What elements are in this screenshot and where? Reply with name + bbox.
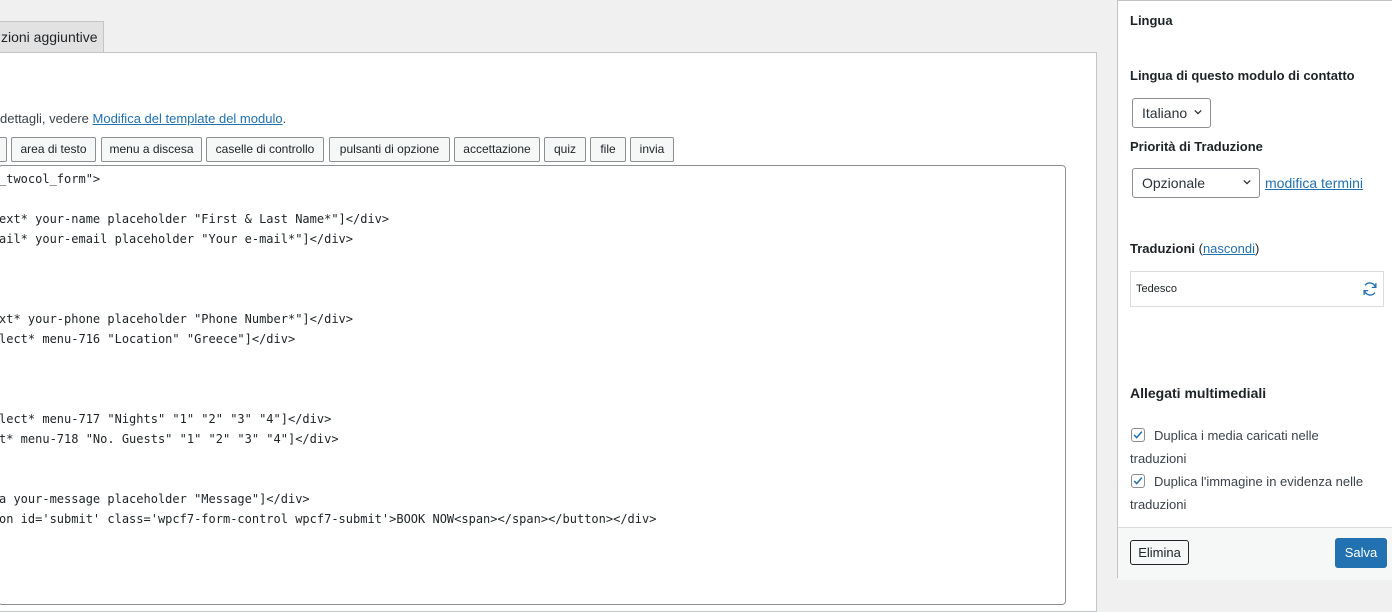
duplicate-media-label: Duplica i media caricati nelle bbox=[1154, 428, 1319, 443]
delete-button[interactable]: Elimina bbox=[1130, 540, 1189, 565]
tag-button-quiz[interactable]: quiz bbox=[544, 137, 586, 162]
code-line: _twocol_form"> bbox=[0, 172, 101, 186]
tag-button-acceptance[interactable]: accettazione bbox=[454, 137, 540, 162]
tab-additional-settings[interactable]: zioni aggiuntive bbox=[0, 21, 104, 52]
language-select[interactable]: Italiano bbox=[1132, 98, 1211, 128]
language-sidebar: Lingua Lingua di questo modulo di contat… bbox=[1117, 0, 1392, 580]
hide-paren-open: ( bbox=[1195, 241, 1203, 256]
checkmark-icon bbox=[1133, 477, 1143, 485]
chevron-down-icon bbox=[1243, 179, 1251, 185]
translations-heading: Traduzioni (nascondi) bbox=[1130, 241, 1259, 256]
translation-language: Tedesco bbox=[1136, 283, 1177, 295]
save-button[interactable]: Salva bbox=[1335, 538, 1387, 568]
code-line: on id='submit' class='wpcf7-form-control… bbox=[0, 512, 657, 526]
language-value: Italiano bbox=[1142, 105, 1188, 121]
code-line: ext* your-name placeholder "First & Last… bbox=[0, 212, 390, 226]
duplicate-media-checkbox[interactable] bbox=[1131, 428, 1145, 442]
duplicate-media-label-cont: traduzioni bbox=[1130, 451, 1187, 466]
duplicate-featured-label-cont: traduzioni bbox=[1130, 497, 1187, 512]
duplicate-featured-label: Duplica l'immagine in evidenza nelle bbox=[1154, 474, 1364, 489]
duplicate-featured-checkbox[interactable] bbox=[1131, 474, 1145, 488]
tab-label: zioni aggiuntive bbox=[1, 29, 98, 45]
translations-label: Traduzioni bbox=[1130, 241, 1195, 256]
help-suffix: . bbox=[282, 111, 287, 126]
code-line: ail* your-email placeholder "Your e-mail… bbox=[0, 232, 354, 246]
code-line: xt* your-phone placeholder "Phone Number… bbox=[0, 312, 354, 326]
form-template-editor[interactable]: _twocol_form"> ext* your-name placeholde… bbox=[0, 165, 1066, 605]
translation-row[interactable]: Tedesco bbox=[1130, 271, 1384, 307]
tag-button-menu[interactable]: menu a discesa bbox=[101, 137, 202, 162]
code-line: lect* menu-716 "Location" "Greece"]</div… bbox=[0, 332, 296, 346]
tag-button-submit[interactable]: invia bbox=[630, 137, 674, 162]
tag-button-partial[interactable] bbox=[0, 137, 7, 162]
tag-button-checkbox[interactable]: caselle di controllo bbox=[206, 137, 324, 162]
priority-value: Opzionale bbox=[1142, 175, 1206, 191]
form-language-label: Lingua di questo modulo di contatto bbox=[1130, 68, 1355, 83]
code-line: lect* menu-717 "Nights" "1" "2" "3" "4"]… bbox=[0, 412, 332, 426]
code-line: a your-message placeholder "Message"]</d… bbox=[0, 492, 310, 506]
template-help-link[interactable]: Modifica del template del modulo bbox=[93, 111, 283, 126]
hide-translations-link[interactable]: nascondi bbox=[1203, 241, 1255, 256]
edit-terms-link[interactable]: modifica termini bbox=[1265, 175, 1363, 191]
code-line: t* menu-718 "No. Guests" "1" "2" "3" "4"… bbox=[0, 432, 339, 446]
tag-button-radio[interactable]: pulsanti di opzione bbox=[329, 137, 450, 162]
help-prefix: dettagli, vedere bbox=[0, 111, 93, 126]
media-title: Allegati multimediali bbox=[1130, 385, 1267, 401]
priority-label: Priorità di Traduzione bbox=[1130, 139, 1263, 154]
sidebar-title: Lingua bbox=[1130, 13, 1173, 28]
help-text: dettagli, vedere Modifica del template d… bbox=[0, 111, 286, 126]
chevron-down-icon bbox=[1194, 109, 1202, 115]
tag-button-file[interactable]: file bbox=[590, 137, 626, 162]
priority-select[interactable]: Opzionale bbox=[1132, 168, 1260, 198]
hide-paren-close: ) bbox=[1255, 241, 1260, 256]
sync-icon[interactable] bbox=[1361, 280, 1379, 298]
tag-button-textarea[interactable]: area di testo bbox=[11, 137, 96, 162]
checkmark-icon bbox=[1133, 431, 1143, 439]
